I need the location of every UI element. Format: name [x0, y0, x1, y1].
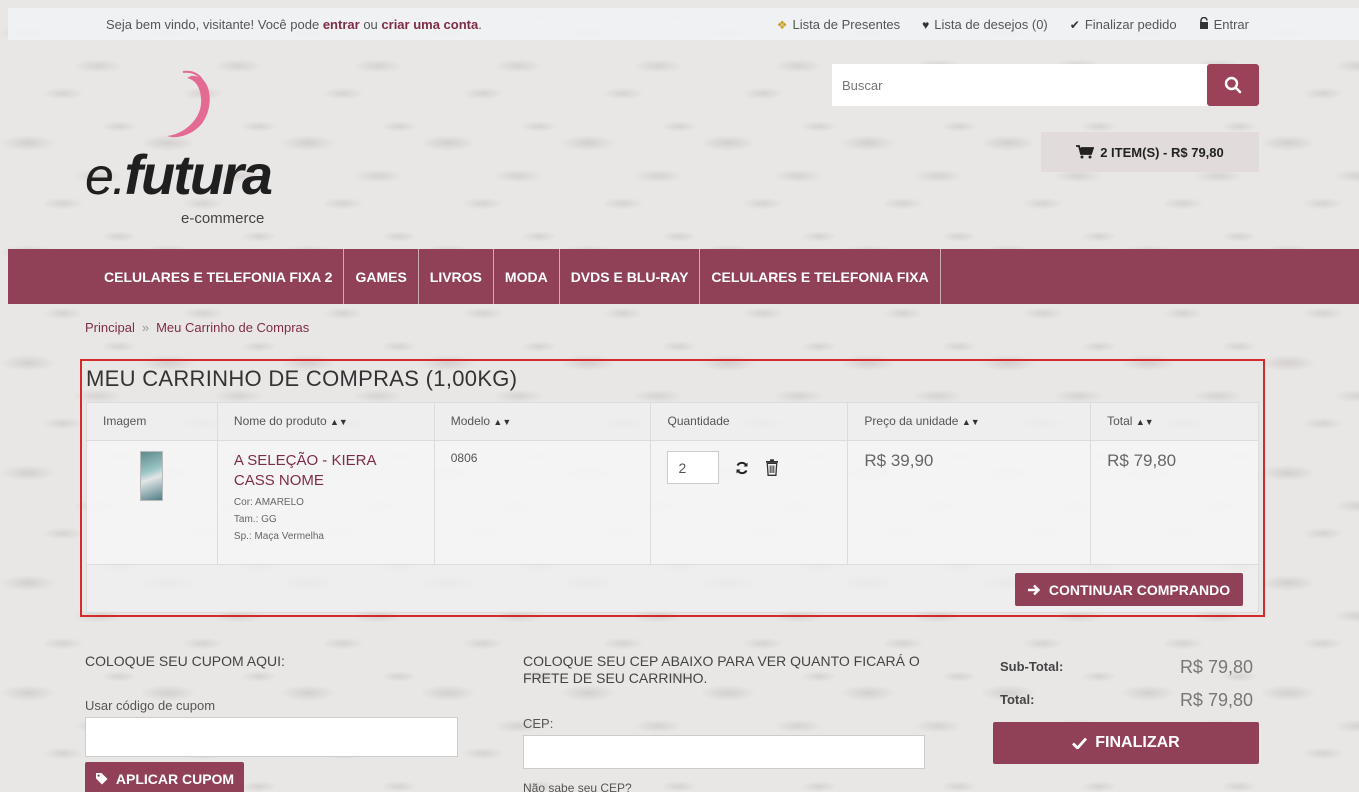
welcome-message: Seja bem vindo, visitante! Você pode ent…: [106, 17, 482, 32]
col-total-header[interactable]: Total ▲▼: [1090, 402, 1259, 441]
product-option: Sp.: Maça Vermelha: [233, 531, 324, 542]
quantity-input[interactable]: [667, 451, 720, 484]
register-link[interactable]: criar uma conta: [381, 17, 478, 32]
nav-item-games[interactable]: GAMES: [344, 249, 419, 304]
table-header-row: Imagem Nome do produto ▲▼ Modelo ▲▼ Quan…: [86, 402, 1259, 441]
checkout-button[interactable]: FINALIZAR: [993, 722, 1259, 764]
product-name-cell: A SELEÇÃO - KIERA CASS NOME Cor: AMARELO…: [216, 440, 435, 565]
breadcrumb-current[interactable]: Meu Carrinho de Compras: [156, 320, 309, 335]
subtotal-label: Sub-Total:: [1000, 659, 1064, 674]
search-button[interactable]: [1207, 64, 1259, 106]
search-icon: [1224, 76, 1242, 94]
lock-icon: [1199, 16, 1209, 32]
nav-item-livros[interactable]: LIVROS: [419, 249, 494, 304]
unit-price-cell: R$ 39,90: [847, 440, 1092, 565]
col-image-header: Imagem: [86, 402, 218, 441]
sort-icon: ▲▼: [961, 417, 980, 427]
top-bar: Seja bem vindo, visitante! Você pode ent…: [8, 8, 1359, 40]
top-links: ❖ Lista de Presentes ♥ Lista de desejos …: [777, 16, 1249, 32]
coupon-label: Usar código de cupom: [85, 698, 216, 713]
search-input[interactable]: [832, 64, 1207, 106]
cart-actions: CONTINUAR COMPRANDO: [86, 565, 1259, 613]
total-label: Total:: [1000, 692, 1035, 707]
line-total-cell: R$ 79,80: [1090, 440, 1259, 565]
cep-help-link[interactable]: Não sabe seu CEP?: [523, 781, 632, 792]
col-name-header[interactable]: Nome do produto ▲▼: [216, 402, 435, 441]
cep-input[interactable]: [523, 735, 925, 769]
trash-icon[interactable]: [765, 459, 779, 476]
nav-item-celulares-fixa[interactable]: CELULARES E TELEFONIA FIXA: [700, 249, 941, 304]
gift-icon: ❖: [776, 17, 788, 32]
subtotal-value: R$ 79,80: [1179, 657, 1253, 677]
login-link[interactable]: entrar: [323, 17, 360, 32]
sort-icon: ▲▼: [493, 417, 512, 427]
col-quantity-header: Quantidade: [650, 402, 849, 441]
product-image-cell: [86, 440, 218, 565]
product-thumbnail[interactable]: [140, 451, 164, 501]
main-nav: CELULARES E TELEFONIA FIXA 2 GAMES LIVRO…: [8, 249, 1359, 304]
product-option: Tam.: GG: [233, 514, 277, 525]
store-logo[interactable]: e.futura e-commerce: [85, 70, 305, 230]
table-row: A SELEÇÃO - KIERA CASS NOME Cor: AMARELO…: [86, 440, 1259, 565]
heart-icon: ♥: [922, 17, 930, 32]
breadcrumb-home[interactable]: Principal: [85, 320, 135, 335]
product-quantity-cell: [650, 440, 849, 565]
arrow-right-icon: [1027, 584, 1041, 595]
wishlist-link[interactable]: ♥ Lista de desejos (0): [922, 17, 1048, 32]
check-icon: ✔: [1069, 17, 1080, 32]
breadcrumb: Principal » Meu Carrinho de Compras: [85, 320, 309, 335]
logo-wordmark: e.futura: [85, 143, 273, 206]
product-name-link[interactable]: A SELEÇÃO - KIERA CASS NOME: [234, 451, 418, 491]
total-value: R$ 79,80: [1179, 690, 1253, 710]
checkout-link[interactable]: ✔ Finalizar pedido: [1070, 17, 1177, 32]
apply-coupon-button[interactable]: APLICAR CUPOM: [85, 762, 244, 792]
product-model-cell: 0806: [433, 440, 652, 565]
continue-shopping-button[interactable]: CONTINUAR COMPRANDO: [1015, 573, 1243, 606]
nav-item-celulares-fixa-2[interactable]: CELULARES E TELEFONIA FIXA 2: [93, 249, 345, 304]
page-title: MEU CARRINHO DE COMPRAS (1,00KG): [86, 366, 518, 391]
cart-summary-button[interactable]: 2 ITEM(S) - R$ 79,80: [1041, 132, 1259, 172]
product-option: Cor: AMARELO: [233, 497, 304, 508]
shipping-title: COLOQUE SEU CEP ABAIXO PARA VER QUANTO F…: [523, 653, 920, 686]
coupon-title: COLOQUE SEU CUPOM AQUI:: [85, 653, 285, 669]
check-icon: [1072, 737, 1088, 749]
cep-label: CEP:: [523, 716, 554, 731]
tag-icon: [95, 773, 108, 785]
col-model-header[interactable]: Modelo ▲▼: [433, 402, 652, 441]
nav-item-dvds[interactable]: DVDS E BLU-RAY: [560, 249, 701, 304]
breadcrumb-separator: »: [141, 320, 150, 335]
coupon-input[interactable]: [85, 717, 458, 757]
sort-icon: ▲▼: [329, 417, 348, 427]
login-top-link[interactable]: Entrar: [1199, 16, 1249, 32]
logo-swirl-icon: [167, 70, 210, 138]
sort-icon: ▲▼: [1135, 417, 1154, 427]
nav-item-moda[interactable]: MODA: [494, 249, 560, 304]
logo-subtitle: e-commerce: [181, 210, 265, 227]
cart-section: MEU CARRINHO DE COMPRAS (1,00KG) Imagem …: [80, 359, 1265, 617]
search-bar: [832, 64, 1259, 106]
shopping-cart-icon: [1076, 145, 1095, 159]
col-unit-price-header[interactable]: Preço da unidade ▲▼: [847, 402, 1092, 441]
cart-table: Imagem Nome do produto ▲▼ Modelo ▲▼ Quan…: [86, 402, 1259, 565]
refresh-icon[interactable]: [735, 461, 749, 475]
gift-list-link[interactable]: ❖ Lista de Presentes: [777, 17, 900, 32]
